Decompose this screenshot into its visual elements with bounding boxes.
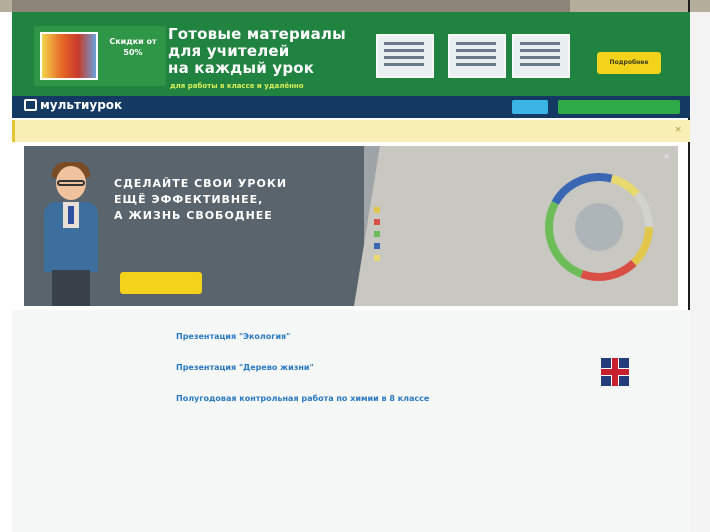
- list-item: [374, 240, 386, 252]
- document-icon: [384, 42, 424, 45]
- material-title-link[interactable]: Полугодовая контрольная работа по химии …: [176, 394, 546, 403]
- list-item: Полугодовая контрольная работа по химии …: [176, 394, 546, 403]
- materials-list: Презентация "Экология" Презентация "Дере…: [176, 318, 546, 425]
- banner-title-line1: Готовые материалы: [168, 25, 346, 43]
- notice-bar: ×: [12, 120, 690, 142]
- hero-title-line3: А ЖИЗНЬ СВОБОДНЕЕ: [114, 209, 273, 222]
- hero-select-button[interactable]: [120, 272, 202, 294]
- flag-cross-v: [612, 358, 618, 386]
- list-item: [374, 204, 386, 216]
- close-icon[interactable]: ×: [663, 152, 670, 161]
- hero-banner: СДЕЛАЙТЕ СВОИ УРОКИ ЕЩЁ ЭФФЕКТИВНЕЕ, А Ж…: [24, 146, 678, 306]
- bullet-icon: [374, 207, 380, 213]
- banner-title-line3: на каждый урок: [168, 59, 315, 77]
- test-icon: [520, 42, 560, 45]
- banner-cta-button[interactable]: Подробнее: [597, 52, 661, 74]
- list-item: [374, 228, 386, 240]
- site-logo[interactable]: мультиурок: [24, 98, 122, 112]
- photo-frame-top: [0, 0, 710, 532]
- promo-discount-box[interactable]: Скидки от 50%: [34, 26, 166, 86]
- material-title-link[interactable]: Презентация "Дерево жизни": [176, 363, 546, 372]
- flag-quarter: [619, 358, 629, 368]
- banner-subtitle: для работы в классе и удалённо: [170, 82, 304, 90]
- banner-title: Готовые материалы для учителей на каждый…: [168, 26, 398, 77]
- flag-quarter: [601, 376, 611, 386]
- book-icon: [40, 32, 98, 80]
- list-item: Презентация "Экология": [176, 332, 546, 341]
- profile-sidebar: [28, 322, 168, 388]
- promo-banner[interactable]: Скидки от 50% Готовые материалы для учит…: [12, 12, 690, 96]
- frame-edge: [12, 0, 570, 12]
- bullet-icon: [374, 255, 380, 261]
- promo-discount-text: Скидки от 50%: [109, 37, 157, 57]
- hero-title: СДЕЛАЙТЕ СВОИ УРОКИ ЕЩЁ ЭФФЕКТИВНЕЕ, А Ж…: [114, 176, 287, 224]
- right-column: [560, 320, 670, 386]
- hero-title-line2: ЕЩЁ ЭФФЕКТИВНЕЕ,: [114, 193, 264, 206]
- teacher-glasses: [57, 180, 85, 186]
- material-thumb-3[interactable]: [512, 34, 570, 78]
- chart-icon: [456, 42, 496, 45]
- bullet-icon: [374, 231, 380, 237]
- list-item: [374, 252, 386, 264]
- list-item: [374, 216, 386, 228]
- bullet-icon: [374, 219, 380, 225]
- material-thumb-1[interactable]: [376, 34, 434, 78]
- nav-add-material-button[interactable]: [558, 100, 680, 114]
- close-icon[interactable]: ×: [674, 125, 682, 135]
- teacher-illustration: [36, 162, 106, 306]
- bullet-icon: [374, 243, 380, 249]
- flag-quarter: [619, 376, 629, 386]
- material-title-link[interactable]: Презентация "Экология": [176, 332, 546, 341]
- uk-flag-icon[interactable]: [601, 358, 629, 386]
- donut-label: [578, 212, 620, 246]
- logo-icon: [24, 99, 37, 111]
- top-navbar: мультиурок: [12, 96, 690, 118]
- list-item: Презентация "Дерево жизни": [176, 363, 546, 372]
- right-margin: [690, 12, 710, 532]
- flag-quarter: [601, 358, 611, 368]
- nav-action-button[interactable]: [512, 100, 548, 114]
- teacher-legs: [52, 270, 90, 306]
- content-area: Презентация "Экология" Презентация "Дере…: [12, 310, 690, 532]
- banner-title-line2: для учителей: [168, 42, 290, 60]
- hero-note: [552, 166, 602, 194]
- hero-feature-list: [374, 204, 386, 264]
- logo-text: мультиурок: [40, 98, 123, 112]
- hero-title-line1: СДЕЛАЙТЕ СВОИ УРОКИ: [114, 177, 288, 190]
- material-thumb-2[interactable]: [448, 34, 506, 78]
- teacher-tie: [68, 206, 74, 224]
